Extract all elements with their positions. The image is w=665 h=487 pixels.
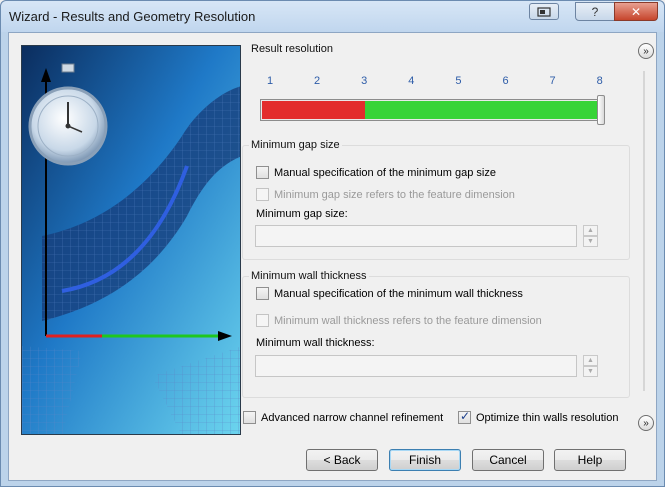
narrow-channel-checkbox[interactable] [243,411,256,424]
min-gap-feature-row: Minimum gap size refers to the feature d… [256,188,515,201]
min-wall-manual-row[interactable]: Manual specification of the minimum wall… [256,287,523,300]
result-resolution-label: Result resolution [249,43,335,55]
resolution-tick-3: 3 [361,75,368,87]
min-gap-group-label: Minimum gap size [249,139,342,151]
expand-top-button[interactable]: » [638,43,654,59]
thin-walls-label: Optimize thin walls resolution [476,411,619,424]
min-wall-feature-label: Minimum wall thickness refers to the fea… [274,314,542,327]
wizard-illustration [21,45,241,435]
window-title: Wizard - Results and Geometry Resolution [9,9,256,24]
slider-thumb[interactable] [596,95,605,125]
scroll-divider [643,71,645,391]
resolution-tick-5: 5 [455,75,462,87]
min-wall-input[interactable] [255,355,577,377]
illustration-graphic [22,46,240,434]
min-gap-manual-checkbox[interactable] [256,166,269,179]
min-wall-spinner[interactable]: ▲ ▼ [583,355,598,377]
result-resolution-slider[interactable] [260,95,605,125]
resolution-tick-7: 7 [549,75,556,87]
resolution-tick-8: 8 [596,75,603,87]
min-gap-input[interactable] [255,225,577,247]
narrow-channel-label: Advanced narrow channel refinement [261,411,444,424]
min-gap-spinner[interactable]: ▲ ▼ [583,225,598,247]
wizard-window: Wizard - Results and Geometry Resolution… [0,0,665,487]
min-wall-manual-checkbox[interactable] [256,287,269,300]
min-gap-manual-label: Manual specification of the minimum gap … [274,166,496,179]
min-wall-feature-checkbox [256,314,269,327]
min-gap-field-label: Minimum gap size: [256,208,348,220]
thin-walls-row[interactable]: Optimize thin walls resolution [458,409,619,424]
min-wall-feature-row: Minimum wall thickness refers to the fea… [256,314,542,327]
dialog-client-area: Result resolution 1 2 3 4 5 6 7 8 Minimum gap s… [8,32,657,481]
close-button[interactable]: ✕ [614,2,658,21]
window-icon [537,6,551,17]
min-gap-spin-down-icon[interactable]: ▼ [583,236,598,247]
resolution-tick-1: 1 [266,75,274,87]
min-wall-group-label: Minimum wall thickness [249,270,369,282]
cancel-button[interactable]: Cancel [472,449,544,471]
slider-high-segment [365,101,601,119]
resolution-tick-4: 4 [408,75,415,87]
help-button[interactable]: Help [554,449,626,471]
window-extra-button[interactable] [529,3,559,20]
min-gap-spin-up-icon[interactable]: ▲ [583,225,598,236]
slider-low-segment [262,101,366,119]
resolution-tick-6: 6 [502,75,509,87]
resolution-tick-2: 2 [314,75,321,87]
double-chevron-icon: » [643,45,649,57]
narrow-channel-row[interactable]: Advanced narrow channel refinement [243,411,443,424]
min-gap-manual-row[interactable]: Manual specification of the minimum gap … [256,166,496,179]
double-chevron-icon: » [643,417,649,429]
back-button[interactable]: < Back [306,449,378,471]
title-help-button[interactable]: ? [575,2,615,21]
min-wall-field-label: Minimum wall thickness: [256,337,375,349]
min-wall-spin-up-icon[interactable]: ▲ [583,355,598,366]
min-wall-manual-label: Manual specification of the minimum wall… [274,287,523,300]
thin-walls-checkbox[interactable] [458,409,471,424]
title-bar[interactable]: Wizard - Results and Geometry Resolution… [1,1,664,32]
finish-button[interactable]: Finish [389,449,461,471]
min-wall-spin-down-icon[interactable]: ▼ [583,366,598,377]
expand-bottom-button[interactable]: » [638,415,654,431]
min-gap-feature-label: Minimum gap size refers to the feature d… [274,188,515,201]
min-gap-feature-checkbox [256,188,269,201]
